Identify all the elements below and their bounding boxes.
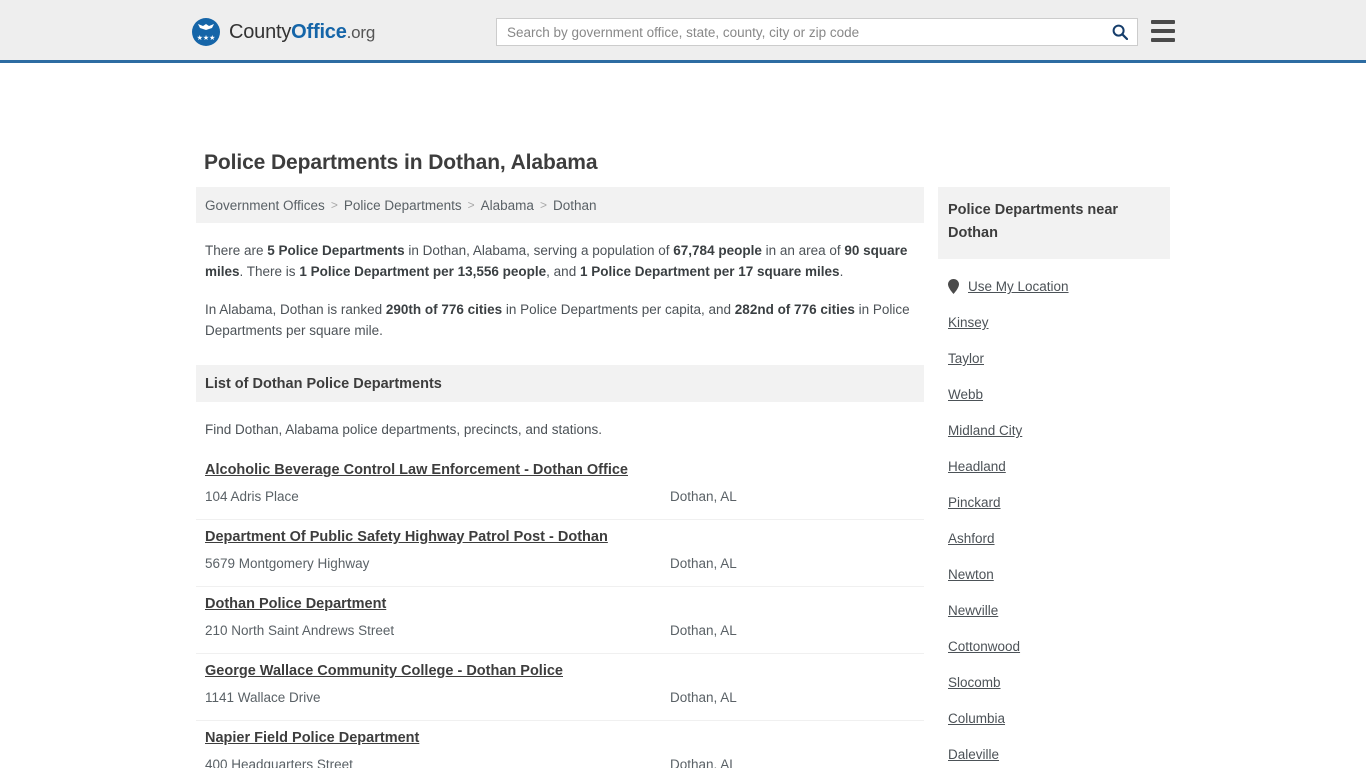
listings-container: Alcoholic Beverage Control Law Enforceme… [196, 453, 924, 768]
stat-department-count: 5 Police Departments [267, 243, 405, 258]
nearby-city-link[interactable]: Pinckard [948, 474, 1170, 510]
listing-detail-row: 5679 Montgomery Highway Dothan, AL [205, 554, 915, 574]
map-pin-icon [948, 279, 959, 294]
nearby-city-link[interactable]: Hartford [948, 762, 1170, 768]
hamburger-bar [1151, 29, 1175, 33]
list-section-heading: List of Dothan Police Departments [205, 375, 442, 392]
brand-text: CountyOffice.org [229, 21, 375, 44]
page-title: Police Departments in Dothan, Alabama [204, 151, 598, 174]
breadcrumb-separator-icon: > [539, 198, 547, 212]
nearby-city-link[interactable]: Kinsey [948, 294, 1170, 330]
intro-statistics: There are 5 Police Departments in Dothan… [196, 223, 924, 341]
breadcrumb-item-dothan: Dothan [552, 197, 597, 213]
listing-address: 1141 Wallace Drive [205, 690, 321, 705]
use-my-location-link[interactable]: Use My Location [968, 279, 1069, 294]
list-section-header: List of Dothan Police Departments [196, 365, 924, 402]
listing-city-state: Dothan, AL [670, 757, 737, 768]
listing-row: Department Of Public Safety Highway Patr… [196, 520, 924, 587]
listing-row: Dothan Police Department 210 North Saint … [196, 587, 924, 654]
intro-text: , and [546, 264, 580, 279]
intro-text: in Dothan, Alabama, serving a population… [404, 243, 674, 258]
listing-name-link[interactable]: Dothan Police Department [205, 596, 386, 612]
nearby-city-link[interactable]: Columbia [948, 690, 1170, 726]
nearby-city-link[interactable]: Slocomb [948, 654, 1170, 690]
sidebar-header: Police Departments near Dothan [938, 187, 1170, 259]
intro-text: in Police Departments per capita, and [502, 302, 735, 317]
intro-text: . [839, 264, 844, 279]
hamburger-menu-icon[interactable] [1151, 20, 1175, 42]
listing-address: 400 Headquarters Street [205, 757, 353, 768]
list-section-description: Find Dothan, Alabama police departments,… [205, 422, 602, 437]
listing-name-link[interactable]: Alcoholic Beverage Control Law Enforceme… [205, 462, 628, 478]
nearby-city-link[interactable]: Ashford [948, 510, 1170, 546]
stat-rank-per-capita: 290th of 776 cities [385, 302, 503, 317]
breadcrumb-separator-icon: > [467, 198, 475, 212]
breadcrumb-item-government-offices[interactable]: Government Offices [205, 198, 325, 213]
brand-part-county: County [229, 20, 292, 43]
nearby-city-link[interactable]: Daleville [948, 726, 1170, 762]
intro-text: . There is [239, 264, 300, 279]
eagle-icon [198, 24, 214, 30]
sidebar: Police Departments near Dothan Use My Lo… [938, 187, 1170, 768]
site-header: ★★★ CountyOffice.org [0, 0, 1366, 63]
logo-stars: ★★★ [196, 35, 216, 42]
listing-address: 104 Adris Place [205, 489, 299, 504]
stat-rank-per-sq-mile: 282nd of 776 cities [734, 302, 855, 317]
breadcrumb-item-police-departments[interactable]: Police Departments [344, 198, 462, 213]
listing-city-state: Dothan, AL [670, 623, 737, 638]
intro-text: There are [205, 243, 268, 258]
nearby-city-link[interactable]: Taylor [948, 330, 1170, 366]
use-my-location-row[interactable]: Use My Location [938, 259, 1170, 294]
breadcrumb-separator-icon: > [330, 198, 338, 212]
intro-paragraph-rankings: In Alabama, Dothan is ranked 290th of 77… [205, 282, 915, 341]
nearby-city-link[interactable]: Newville [948, 582, 1170, 618]
hamburger-bar [1151, 20, 1175, 24]
listing-city-state: Dothan, AL [670, 690, 737, 705]
listing-detail-row: 104 Adris Place Dothan, AL [205, 487, 915, 507]
main-content-column: Government Offices > Police Departments … [196, 187, 924, 768]
eagle-stars-logo-icon: ★★★ [192, 18, 220, 46]
listing-city-state: Dothan, AL [670, 489, 737, 504]
listing-address: 5679 Montgomery Highway [205, 556, 370, 571]
site-logo-link[interactable]: ★★★ CountyOffice.org [192, 18, 375, 46]
brand-part-office: Office [291, 20, 347, 43]
stat-per-area: 1 Police Department per 17 square miles [579, 264, 840, 279]
nearby-city-link[interactable]: Midland City [948, 402, 1170, 438]
stat-population: 67,784 people [673, 243, 762, 258]
nearby-city-link[interactable]: Headland [948, 438, 1170, 474]
brand-part-org: .org [346, 22, 376, 42]
listing-city-state: Dothan, AL [670, 556, 737, 571]
search-input[interactable] [497, 19, 1103, 45]
listing-detail-row: 400 Headquarters Street Dothan, AL [205, 755, 915, 768]
search-bar[interactable] [496, 18, 1138, 46]
listing-row: Alcoholic Beverage Control Law Enforceme… [196, 453, 924, 520]
sidebar-heading: Police Departments near Dothan [948, 202, 1119, 241]
page-body: Police Departments in Dothan, Alabama Go… [0, 63, 1366, 768]
listing-detail-row: 1141 Wallace Drive Dothan, AL [205, 688, 915, 708]
listing-detail-row: 210 North Saint Andrews Street Dothan, AL [205, 621, 915, 641]
breadcrumb: Government Offices > Police Departments … [196, 187, 924, 223]
nearby-city-link[interactable]: Webb [948, 366, 1170, 402]
search-button[interactable] [1103, 19, 1137, 45]
breadcrumb-item-alabama[interactable]: Alabama [481, 198, 534, 213]
listing-address: 210 North Saint Andrews Street [205, 623, 395, 638]
intro-text: in an area of [761, 243, 845, 258]
search-icon [1112, 24, 1128, 40]
listing-name-link[interactable]: Napier Field Police Department [205, 730, 419, 746]
stat-per-people: 1 Police Department per 13,556 people [299, 264, 547, 279]
intro-paragraph-counts: There are 5 Police Departments in Dothan… [205, 223, 915, 282]
nearby-city-link[interactable]: Cottonwood [948, 618, 1170, 654]
listing-row: George Wallace Community College - Dotha… [196, 654, 924, 721]
listing-name-link[interactable]: George Wallace Community College - Dotha… [205, 663, 563, 679]
header-inner: ★★★ CountyOffice.org [0, 0, 1366, 63]
hamburger-bar [1151, 38, 1175, 42]
listing-name-link[interactable]: Department Of Public Safety Highway Patr… [205, 529, 608, 545]
nearby-cities-list: Kinsey Taylor Webb Midland City Headland Pinc… [938, 294, 1170, 768]
nearby-city-link[interactable]: Newton [948, 546, 1170, 582]
intro-text: In Alabama, Dothan is ranked [205, 302, 386, 317]
listing-row: Napier Field Police Department 400 Headqu… [196, 721, 924, 768]
